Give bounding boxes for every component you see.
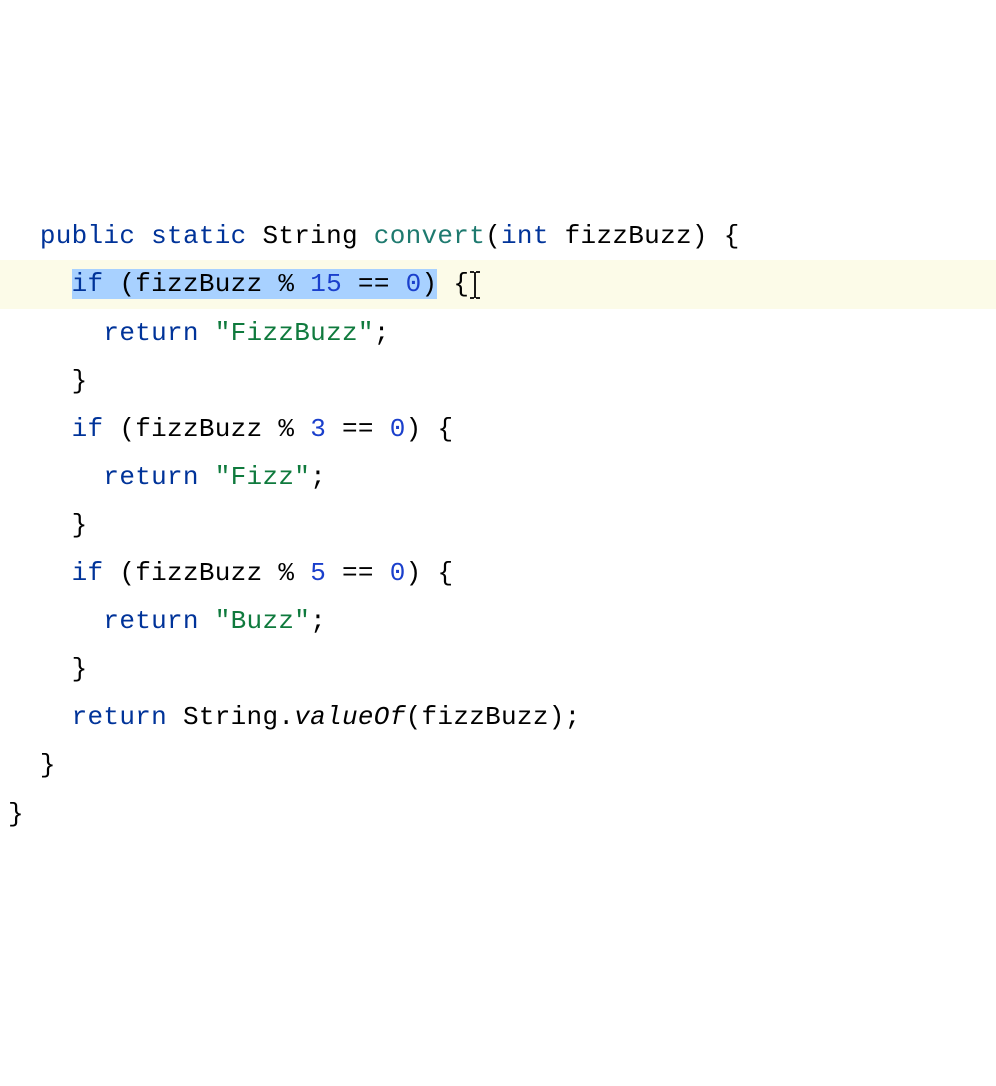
number-5: 5 (310, 558, 326, 588)
keyword-if: if (72, 269, 104, 299)
paren-open: ( (406, 702, 422, 732)
code-line-10[interactable]: } (8, 645, 988, 693)
keyword-return: return (103, 318, 198, 348)
string-fizz: "Fizz" (215, 462, 310, 492)
code-line-9[interactable]: return "Buzz"; (8, 597, 988, 645)
if-close: ) { (406, 414, 454, 444)
op-eq: == (326, 558, 390, 588)
selection-range: if (fizzBuzz % 15 == 0) (72, 269, 438, 299)
keyword-return: return (72, 702, 167, 732)
number-15: 15 (310, 269, 342, 299)
brace-open: { (437, 269, 469, 299)
code-line-2-highlighted[interactable]: if (fizzBuzz % 15 == 0) { (0, 260, 996, 308)
text-cursor-icon (469, 271, 481, 299)
op-eq: == (326, 414, 390, 444)
code-line-3[interactable]: return "FizzBuzz"; (8, 309, 988, 357)
number-0: 0 (390, 558, 406, 588)
op-mod: % (262, 558, 310, 588)
string-buzz: "Buzz" (215, 606, 310, 636)
code-line-6[interactable]: return "Fizz"; (8, 453, 988, 501)
brace-close: } (72, 366, 88, 396)
keyword-int: int (501, 221, 549, 251)
type-string: String (262, 221, 357, 251)
op-eq: == (342, 269, 406, 299)
code-line-13[interactable]: } (8, 790, 988, 838)
op-mod: % (262, 269, 310, 299)
semicolon: ; (310, 462, 326, 492)
code-line-5[interactable]: if (fizzBuzz % 3 == 0) { (8, 405, 988, 453)
method-name: convert (374, 221, 485, 251)
keyword-return: return (103, 462, 198, 492)
paren-close: ) (422, 269, 438, 299)
brace-close: } (72, 654, 88, 684)
brace-close: } (8, 799, 24, 829)
string-fizzbuzz: "FizzBuzz" (215, 318, 374, 348)
semicolon: ; (374, 318, 390, 348)
code-line-7[interactable]: } (8, 501, 988, 549)
dot: . (278, 702, 294, 732)
param-fizzbuzz: fizzBuzz (422, 702, 549, 732)
semicolon: ; (310, 606, 326, 636)
if-open: ( (103, 414, 135, 444)
param-fizzbuzz: fizzBuzz (565, 221, 692, 251)
keyword-if: if (72, 414, 104, 444)
if-close: ) { (406, 558, 454, 588)
param-fizzbuzz: fizzBuzz (135, 558, 262, 588)
signature-close: ) { (692, 221, 740, 251)
number-0: 0 (390, 414, 406, 444)
paren-open: ( (485, 221, 501, 251)
keyword-static: static (151, 221, 246, 251)
param-fizzbuzz: fizzBuzz (135, 414, 262, 444)
number-0: 0 (406, 269, 422, 299)
param-fizzbuzz: fizzBuzz (135, 269, 262, 299)
keyword-if: if (72, 558, 104, 588)
code-editor[interactable]: public static String convert(int fizzBuz… (8, 212, 988, 837)
call-close: ); (549, 702, 581, 732)
if-open: ( (103, 558, 135, 588)
code-line-11[interactable]: return String.valueOf(fizzBuzz); (8, 693, 988, 741)
code-line-4[interactable]: } (8, 357, 988, 405)
code-line-12[interactable]: } (8, 741, 988, 789)
op-mod: % (262, 414, 310, 444)
brace-close: } (72, 510, 88, 540)
keyword-public: public (40, 221, 135, 251)
class-string: String (167, 702, 278, 732)
code-line-8[interactable]: if (fizzBuzz % 5 == 0) { (8, 549, 988, 597)
keyword-return: return (103, 606, 198, 636)
brace-close: } (40, 750, 56, 780)
method-valueof: valueOf (294, 702, 405, 732)
number-3: 3 (310, 414, 326, 444)
code-line-1[interactable]: public static String convert(int fizzBuz… (8, 212, 988, 260)
if-open: ( (103, 269, 135, 299)
